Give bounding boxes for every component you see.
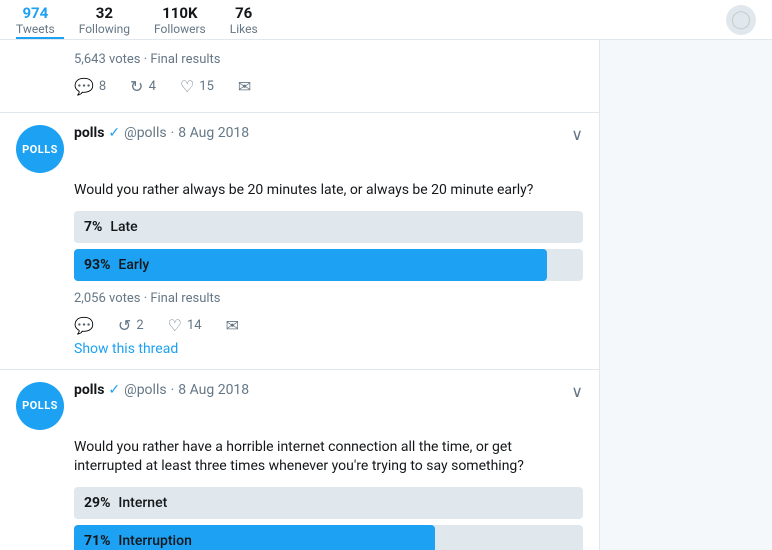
tweet-date-2: · xyxy=(171,125,175,141)
poll-bar-bg-2-1 xyxy=(74,211,583,243)
likes-label: Likes xyxy=(230,22,258,36)
poll-option-text-3-2: Interruption xyxy=(118,533,191,549)
poll-pct-2-2: 93% xyxy=(84,257,110,273)
verified-icon-3: ✓ xyxy=(108,382,120,398)
tweet-meta-2: polls ✓ @polls · 8 Aug 2018 xyxy=(74,125,571,141)
like-button-1[interactable]: ♡ 15 xyxy=(180,77,214,96)
retweet-count-2: 2 xyxy=(136,318,143,333)
poll-label-3-2: 71% Interruption xyxy=(74,533,202,549)
tweet-user-line-2: polls ✓ @polls · 8 Aug 2018 xyxy=(74,125,571,141)
poll-option-2-2: 93% Early xyxy=(74,249,583,281)
vote-count-2: 2,056 votes · Final results xyxy=(74,291,583,306)
tweet-actions-2: 💬 ↺ 2 ♡ 14 ✉ xyxy=(74,316,583,335)
like-count-2: 14 xyxy=(187,318,202,333)
tweet-card-partial: 5,643 votes · Final results 💬 8 ↺ 4 ♡ 15… xyxy=(0,40,599,113)
poll-pct-3-2: 71% xyxy=(84,533,110,549)
likes-value: 76 xyxy=(235,4,252,22)
chevron-3[interactable]: ∨ xyxy=(571,382,583,401)
user-handle-3: @polls xyxy=(124,382,166,398)
like-count-1: 15 xyxy=(199,79,214,94)
like-button-2[interactable]: ♡ 14 xyxy=(168,316,202,335)
active-underline xyxy=(16,37,64,39)
user-name-3: polls xyxy=(74,382,104,398)
timeline: 5,643 votes · Final results 💬 8 ↺ 4 ♡ 15… xyxy=(0,40,600,550)
tweet-text-2: Would you rather always be 20 minutes la… xyxy=(74,181,583,201)
profile-icon-glyph: ◯ xyxy=(731,9,751,30)
reply-icon-2: 💬 xyxy=(74,316,94,335)
retweet-icon-1: ↺ xyxy=(130,77,143,96)
tweets-label: Tweets xyxy=(16,22,55,36)
like-icon-1: ♡ xyxy=(180,77,194,96)
poll-label-2-2: 93% Early xyxy=(74,257,159,273)
right-sidebar xyxy=(600,40,772,550)
poll-label-3-1: 29% Internet xyxy=(74,495,177,511)
tweet-header-2: POLLS polls ✓ @polls · 8 Aug 2018 ∨ xyxy=(16,125,583,173)
stat-followers[interactable]: 110K Followers xyxy=(154,4,206,36)
tweet-date-val-3: 8 Aug 2018 xyxy=(178,382,249,398)
mail-button-2[interactable]: ✉ xyxy=(226,316,239,335)
mail-icon-1: ✉ xyxy=(238,77,251,96)
main-content: 5,643 votes · Final results 💬 8 ↺ 4 ♡ 15… xyxy=(0,40,772,550)
poll-option-3-1: 29% Internet xyxy=(74,487,583,519)
user-name-2: polls xyxy=(74,125,104,141)
following-value: 32 xyxy=(96,4,113,22)
show-thread-2[interactable]: Show this thread xyxy=(74,341,583,357)
poll-option-3-2: 71% Interruption xyxy=(74,525,583,550)
avatar-2: POLLS xyxy=(16,125,64,173)
poll-option-2-1: 7% Late xyxy=(74,211,583,243)
retweet-icon-2: ↺ xyxy=(118,316,131,335)
poll-2: 7% Late 93% Early xyxy=(74,211,583,281)
poll-label-2-1: 7% Late xyxy=(74,219,148,235)
poll-pct-3-1: 29% xyxy=(84,495,110,511)
mail-icon-2: ✉ xyxy=(226,316,239,335)
stats-bar: 974 Tweets 32 Following 110K Followers 7… xyxy=(0,0,772,40)
chevron-2[interactable]: ∨ xyxy=(571,125,583,144)
poll-option-text-3-1: Internet xyxy=(118,495,167,511)
followers-value: 110K xyxy=(162,4,197,22)
followers-label: Followers xyxy=(154,22,206,36)
tweet-header-3: POLLS polls ✓ @polls · 8 Aug 2018 ∨ xyxy=(16,382,583,430)
tweet-date-sep-3: · xyxy=(171,382,175,398)
tweet-user-line-3: polls ✓ @polls · 8 Aug 2018 xyxy=(74,382,571,398)
tweet-date-val-2: 8 Aug 2018 xyxy=(178,125,249,141)
vote-count-1: 5,643 votes · Final results xyxy=(74,52,583,67)
tweet-actions-1: 💬 8 ↺ 4 ♡ 15 ✉ xyxy=(74,77,583,96)
poll-3: 29% Internet 71% Interruption xyxy=(74,487,583,550)
profile-avatar[interactable]: ◯ xyxy=(726,5,756,35)
tweet-card-2: POLLS polls ✓ @polls · 8 Aug 2018 ∨ Woul… xyxy=(0,113,599,370)
retweet-button-1[interactable]: ↺ 4 xyxy=(130,77,156,96)
poll-pct-2-1: 7% xyxy=(84,219,102,235)
reply-button-1[interactable]: 💬 8 xyxy=(74,77,106,96)
stat-likes[interactable]: 76 Likes xyxy=(230,4,258,36)
mail-button-1[interactable]: ✉ xyxy=(238,77,251,96)
stat-following[interactable]: 32 Following xyxy=(79,4,130,36)
like-icon-2: ♡ xyxy=(168,316,182,335)
avatar-3: POLLS xyxy=(16,382,64,430)
verified-icon-2: ✓ xyxy=(108,125,120,141)
retweet-button-2[interactable]: ↺ 2 xyxy=(118,316,144,335)
stat-tweets[interactable]: 974 Tweets xyxy=(16,4,55,36)
user-handle-2: @polls xyxy=(124,125,166,141)
reply-button-2[interactable]: 💬 xyxy=(74,316,94,335)
tweets-value: 974 xyxy=(22,4,48,22)
tweet-meta-3: polls ✓ @polls · 8 Aug 2018 xyxy=(74,382,571,398)
following-label: Following xyxy=(79,22,130,36)
tweet-text-3: Would you rather have a horrible interne… xyxy=(74,438,583,477)
poll-option-text-2-1: Late xyxy=(110,219,137,235)
tweet-card-3: POLLS polls ✓ @polls · 8 Aug 2018 ∨ Woul… xyxy=(0,370,599,550)
retweet-count-1: 4 xyxy=(149,79,156,94)
poll-option-text-2-2: Early xyxy=(118,257,149,273)
reply-count-1: 8 xyxy=(99,79,106,94)
reply-icon-1: 💬 xyxy=(74,77,94,96)
